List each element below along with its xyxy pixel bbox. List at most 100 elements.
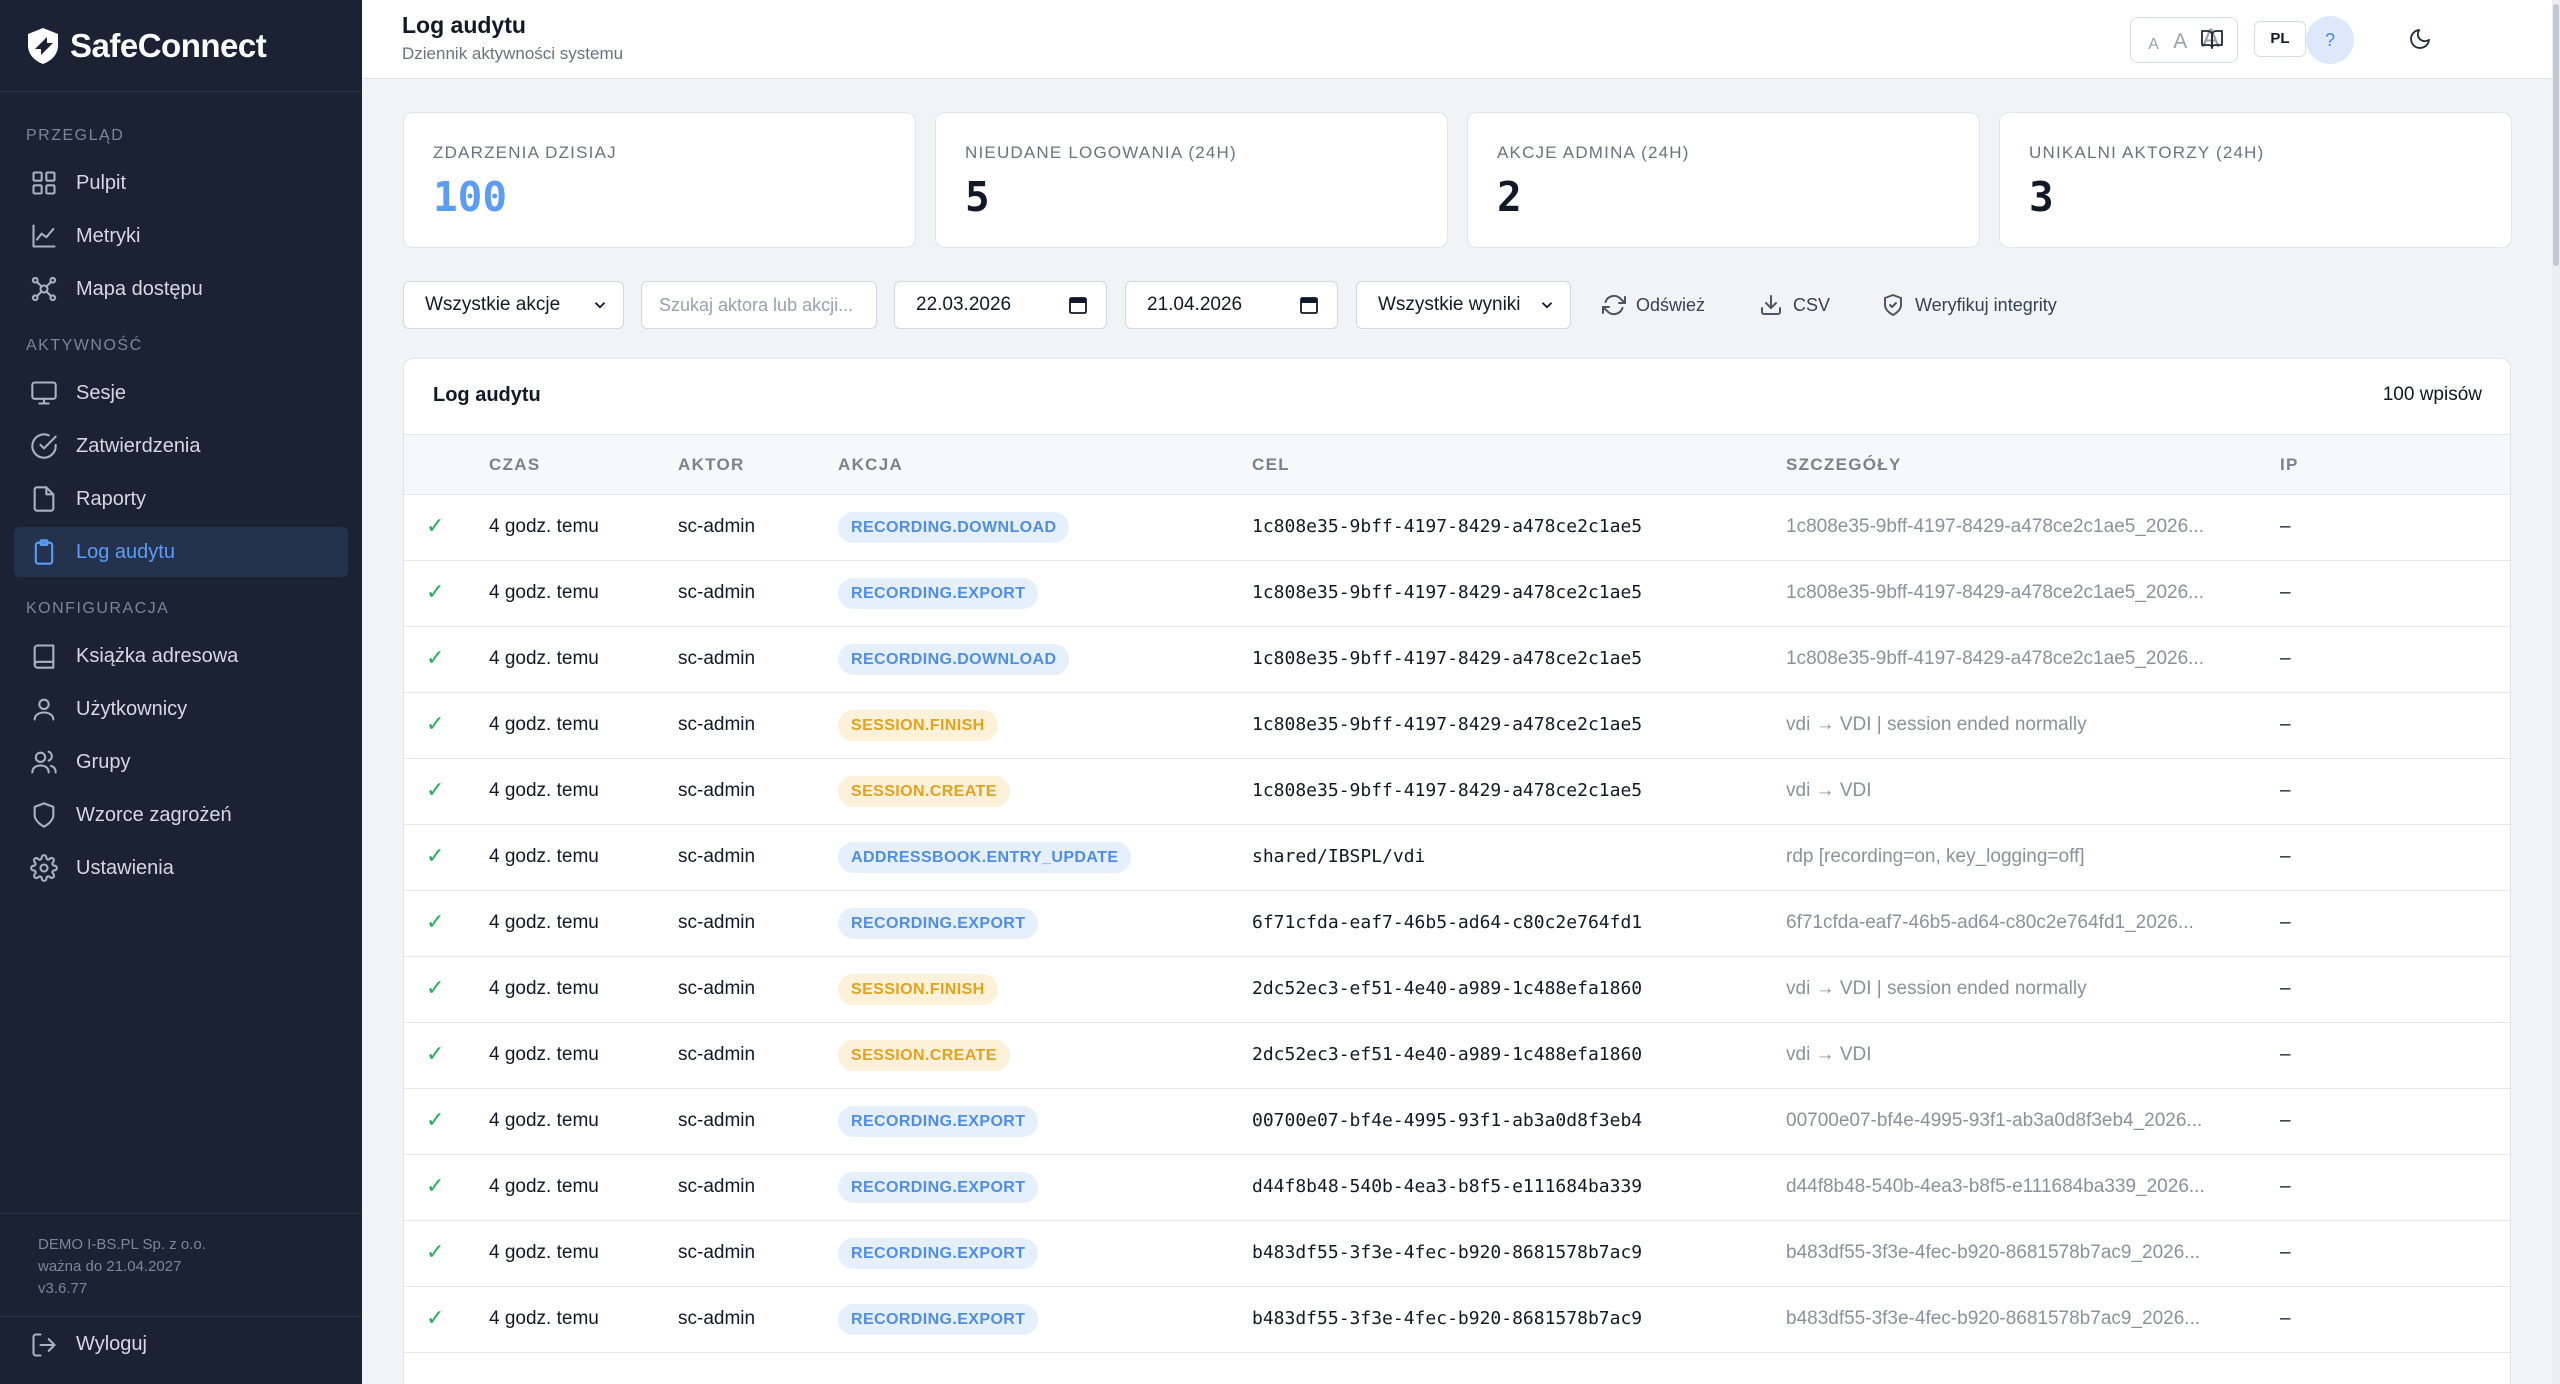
sidebar-item-wzorce-zagrozen[interactable]: Wzorce zagrożeń bbox=[14, 790, 348, 840]
sidebar-item-label: Ustawienia bbox=[76, 856, 174, 879]
action-badge: RECORDING.EXPORT bbox=[838, 1304, 1039, 1335]
action-badge: SESSION.CREATE bbox=[838, 1040, 1010, 1071]
sidebar-item-label: Raporty bbox=[76, 487, 147, 510]
column-header-ip[interactable]: IP bbox=[2280, 455, 2299, 475]
row-time: 4 godz. temu bbox=[489, 1242, 599, 1263]
sidebar-item-sesje[interactable]: Sesje bbox=[14, 368, 348, 418]
row-actor: sc-admin bbox=[678, 1242, 756, 1263]
sidebar-item-metryki[interactable]: Metryki bbox=[14, 211, 348, 261]
sidebar-item-ustawienia[interactable]: Ustawienia bbox=[14, 843, 348, 893]
stat-label: AKCJE ADMINA (24H) bbox=[1497, 143, 1690, 162]
action-badge: SESSION.CREATE bbox=[838, 776, 1010, 807]
table-row[interactable]: ✓ 4 godz. temu sc-admin RECORDING.EXPORT… bbox=[404, 1287, 2510, 1353]
sidebar-item-mapa-dostepu[interactable]: Mapa dostępu bbox=[14, 264, 348, 314]
theme-toggle-button[interactable] bbox=[2249, 21, 2291, 57]
table-row[interactable]: ✓ 4 godz. temu sc-admin RECORDING.EXPORT… bbox=[404, 1089, 2510, 1155]
date-to-input[interactable]: 21.04.2026 bbox=[1125, 281, 1338, 329]
search-input[interactable]: Szukaj aktora lub akcji... bbox=[641, 281, 877, 329]
dashboard-icon bbox=[32, 171, 56, 195]
sidebar-item-pulpit[interactable]: Pulpit bbox=[14, 158, 348, 208]
column-header-target[interactable]: CEL bbox=[1252, 455, 1290, 475]
help-button[interactable]: ? bbox=[2306, 16, 2354, 64]
brand[interactable]: SafeConnect bbox=[0, 0, 362, 92]
date-from-input[interactable]: 22.03.2026 bbox=[894, 281, 1107, 329]
table-row[interactable]: ✓ 4 godz. temu sc-admin SESSION.CREATE 2… bbox=[404, 1023, 2510, 1089]
sidebar-item-label: Grupy bbox=[76, 750, 131, 773]
action-badge: SESSION.FINISH bbox=[838, 710, 998, 741]
row-target: b483df55-3f3e-4fec-b920-8681578b7ac9 bbox=[1252, 1242, 1643, 1263]
row-details: b483df55-3f3e-4fec-b920-8681578b7ac9_202… bbox=[1786, 1242, 2201, 1263]
row-actor: sc-admin bbox=[678, 1308, 756, 1329]
action-badge: RECORDING.EXPORT bbox=[838, 1106, 1039, 1137]
row-ip: – bbox=[2280, 1242, 2291, 1263]
sidebar-item-label: Książka adresowa bbox=[76, 644, 239, 667]
dark-mode-button[interactable] bbox=[2399, 21, 2441, 57]
row-target: 2dc52ec3-ef51-4e40-a989-1c488efa1860 bbox=[1252, 978, 1643, 999]
stat-value: 3 bbox=[2029, 173, 2054, 221]
table-row[interactable]: ✓ 4 godz. temu sc-admin SESSION.FINISH 2… bbox=[404, 957, 2510, 1023]
refresh-button[interactable]: Odśwież bbox=[1602, 281, 1705, 329]
row-actor: sc-admin bbox=[678, 978, 756, 999]
chevron-down-icon bbox=[1541, 302, 1553, 309]
row-target: 2dc52ec3-ef51-4e40-a989-1c488efa1860 bbox=[1252, 1044, 1643, 1065]
action-badge: RECORDING.EXPORT bbox=[838, 1172, 1039, 1203]
sidebar-item-raporty[interactable]: Raporty bbox=[14, 474, 348, 524]
success-check-icon: ✓ bbox=[426, 1041, 445, 1066]
stat-label: UNIKALNI AKTORZY (24H) bbox=[2029, 143, 2265, 162]
calendar-icon[interactable] bbox=[1299, 295, 1319, 315]
verify-integrity-button[interactable]: Weryfikuj integrity bbox=[1881, 281, 2057, 329]
success-check-icon: ✓ bbox=[426, 1239, 445, 1264]
table-header: CZAS AKTOR AKCJA CEL SZCZEGÓŁY IP bbox=[404, 435, 2510, 495]
column-header-details[interactable]: SZCZEGÓŁY bbox=[1786, 455, 1902, 475]
sidebar-item-label: Użytkownicy bbox=[76, 697, 188, 720]
chevron-down-icon bbox=[594, 302, 606, 309]
docs-button[interactable] bbox=[2191, 21, 2233, 57]
column-header-time[interactable]: CZAS bbox=[489, 455, 540, 475]
row-time: 4 godz. temu bbox=[489, 648, 599, 669]
nav-section-title: KONFIGURACJA bbox=[26, 600, 170, 617]
table-row[interactable]: ✓ 4 godz. temu sc-admin RECORDING.EXPORT… bbox=[404, 561, 2510, 627]
table-row[interactable]: ✓ 4 godz. temu sc-admin RECORDING.EXPORT… bbox=[404, 1221, 2510, 1287]
font-size-medium-button[interactable]: A bbox=[2173, 30, 2187, 54]
action-filter-select[interactable]: Wszystkie akcje bbox=[403, 281, 624, 329]
table-row[interactable]: ✓ 4 godz. temu sc-admin SESSION.CREATE 1… bbox=[404, 759, 2510, 825]
audit-log-panel: Log audytu 100 wpisów CZAS AKTOR AKCJA C… bbox=[403, 358, 2511, 1384]
row-details: vdi → VDI | session ended normally bbox=[1786, 714, 2087, 735]
page-scrollbar[interactable] bbox=[2552, 0, 2560, 1384]
action-badge: RECORDING.EXPORT bbox=[838, 908, 1039, 939]
logout-button[interactable]: Wyloguj bbox=[0, 1316, 362, 1372]
table-row[interactable]: ✓ 4 godz. temu sc-admin RECORDING.EXPORT… bbox=[404, 891, 2510, 957]
file-icon bbox=[33, 486, 55, 512]
scrollbar-thumb[interactable] bbox=[2553, 4, 2559, 266]
table-row[interactable]: ✓ 4 godz. temu sc-admin SESSION.FINISH 1… bbox=[404, 693, 2510, 759]
sidebar-item-ksiazka-adresowa[interactable]: Książka adresowa bbox=[14, 631, 348, 681]
column-header-actor[interactable]: AKTOR bbox=[678, 455, 745, 475]
column-header-action[interactable]: AKCJA bbox=[838, 455, 903, 475]
row-target: b483df55-3f3e-4fec-b920-8681578b7ac9 bbox=[1252, 1308, 1643, 1329]
row-ip: – bbox=[2280, 516, 2291, 537]
font-size-small-button[interactable]: A bbox=[2148, 36, 2159, 54]
entry-count: 100 wpisów bbox=[2382, 384, 2482, 405]
sidebar-item-uzytkownicy[interactable]: Użytkownicy bbox=[14, 684, 348, 734]
action-badge: RECORDING.EXPORT bbox=[838, 1238, 1039, 1269]
sidebar-item-log-audytu[interactable]: Log audytu bbox=[14, 527, 348, 577]
gear-icon bbox=[30, 854, 58, 882]
row-details: vdi → VDI bbox=[1786, 1044, 1872, 1065]
row-actor: sc-admin bbox=[678, 846, 756, 867]
success-check-icon: ✓ bbox=[426, 975, 445, 1000]
row-target: 6f71cfda-eaf7-46b5-ad64-c80c2e764fd1 bbox=[1252, 912, 1643, 933]
table-row[interactable]: ✓ 4 godz. temu sc-admin RECORDING.DOWNLO… bbox=[404, 495, 2510, 561]
row-ip: – bbox=[2280, 1110, 2291, 1131]
table-row[interactable]: ✓ 4 godz. temu sc-admin ADDRESSBOOK.ENTR… bbox=[404, 825, 2510, 891]
row-time: 4 godz. temu bbox=[489, 1110, 599, 1131]
sidebar-item-zatwierdzenia[interactable]: Zatwierdzenia bbox=[14, 421, 348, 471]
calendar-icon[interactable] bbox=[1068, 295, 1088, 315]
sidebar-item-grupy[interactable]: Grupy bbox=[14, 737, 348, 787]
result-filter-select[interactable]: Wszystkie wyniki bbox=[1356, 281, 1571, 329]
row-details: d44f8b48-540b-4ea3-b8f5-e111684ba339_202… bbox=[1786, 1176, 2205, 1197]
table-row[interactable]: ✓ 4 godz. temu sc-admin RECORDING.DOWNLO… bbox=[404, 627, 2510, 693]
row-details: 1c808e35-9bff-4197-8429-a478ce2c1ae5_202… bbox=[1786, 648, 2204, 669]
row-ip: – bbox=[2280, 582, 2291, 603]
csv-export-button[interactable]: CSV bbox=[1759, 281, 1830, 329]
table-row[interactable]: ✓ 4 godz. temu sc-admin RECORDING.EXPORT… bbox=[404, 1155, 2510, 1221]
